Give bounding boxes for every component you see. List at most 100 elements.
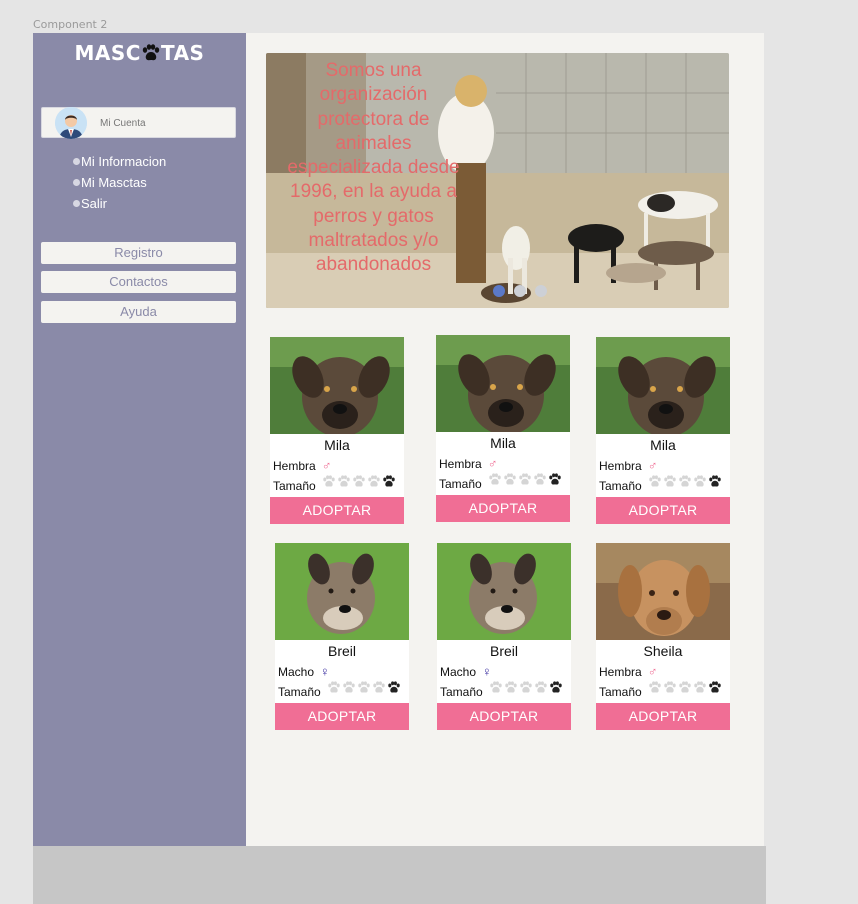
logo[interactable]: MASC TAS	[33, 41, 246, 65]
pet-size-label: Tamaño	[278, 685, 321, 699]
paw-icon	[503, 473, 517, 486]
size-rating	[648, 475, 722, 488]
carousel-dots	[493, 284, 556, 302]
pet-sex-label: Hembra	[599, 459, 642, 473]
pet-name: Mila	[650, 437, 676, 453]
paw-icon	[504, 681, 518, 694]
paw-icon	[549, 681, 563, 694]
paw-icon	[548, 473, 562, 486]
pet-sex: Hembra ♂	[273, 458, 331, 473]
pet-name: Breil	[489, 643, 518, 659]
pet-sex-label: Hembra	[273, 459, 316, 473]
paw-icon	[663, 475, 677, 488]
carousel-dot[interactable]	[535, 285, 547, 297]
pet-card: Mila Hembra ♂ Tamaño ADOPTAR	[596, 337, 730, 524]
frame-label: Component 2	[33, 18, 108, 31]
pet-size-label: Tamaño	[599, 685, 642, 699]
paw-icon	[372, 681, 386, 694]
pet-sex: Hembra ♂	[599, 458, 657, 473]
paw-icon	[352, 475, 366, 488]
menu-item-mi-masctas[interactable]: Mi Masctas	[73, 172, 166, 193]
pet-sex: Macho ♀	[278, 664, 330, 679]
hero-text: Somos una organización protectora de ani…	[287, 60, 460, 276]
pet-photo	[436, 335, 570, 432]
bullet-icon	[73, 200, 80, 207]
paw-icon	[708, 681, 722, 694]
pet-size-label: Tamaño	[599, 479, 642, 493]
sex-icon: ♀	[482, 664, 492, 679]
pet-name: Breil	[327, 643, 356, 659]
paw-icon	[519, 681, 533, 694]
adopt-button[interactable]: ADOPTAR	[270, 497, 404, 524]
bullet-icon	[73, 179, 80, 186]
main-content: Somos una organización protectora de ani…	[246, 33, 764, 846]
menu-item-label: Salir	[81, 196, 108, 211]
carousel-dot[interactable]	[514, 285, 526, 297]
paw-icon	[342, 681, 356, 694]
pet-name: Mila	[490, 435, 516, 451]
contactos-button[interactable]: Contactos	[41, 271, 236, 293]
footer	[33, 846, 766, 904]
paw-icon	[327, 681, 341, 694]
menu-item-mi-informacion[interactable]: Mi Informacion	[73, 151, 166, 172]
pet-name: Sheila	[643, 643, 683, 659]
paw-icon	[693, 681, 707, 694]
size-rating	[648, 681, 722, 694]
sex-icon: ♂	[647, 458, 658, 473]
paw-icon	[488, 473, 502, 486]
paw-icon	[648, 681, 662, 694]
paw-icon	[693, 475, 707, 488]
pet-photo	[275, 543, 409, 640]
paw-icon	[367, 475, 381, 488]
hero-carousel[interactable]: Somos una organización protectora de ani…	[266, 53, 729, 308]
pet-size-label: Tamaño	[273, 479, 316, 493]
pet-name: Mila	[324, 437, 350, 453]
menu-item-label: Mi Informacion	[81, 154, 167, 169]
adopt-button[interactable]: ADOPTAR	[596, 497, 730, 524]
account-button[interactable]: Mi Cuenta	[41, 107, 236, 139]
adopt-button[interactable]: ADOPTAR	[596, 703, 730, 730]
adopt-button[interactable]: ADOPTAR	[275, 703, 409, 730]
pet-sex-label: Hembra	[439, 457, 482, 471]
pet-card: Breil Macho ♀ Tamaño ADOPTAR	[437, 543, 571, 730]
paw-icon	[648, 475, 662, 488]
pet-card: Mila Hembra ♂ Tamaño ADOPTAR	[436, 335, 570, 522]
paw-icon	[678, 475, 692, 488]
sex-icon: ♂	[647, 664, 658, 679]
menu-item-label: Mi Masctas	[81, 175, 147, 190]
pet-photo	[270, 337, 404, 434]
account-menu: Mi Informacion Mi Masctas Salir	[73, 151, 166, 214]
paw-icon	[357, 681, 371, 694]
registro-button[interactable]: Registro	[41, 242, 236, 264]
paw-icon	[387, 681, 401, 694]
size-rating	[489, 681, 563, 694]
size-rating	[327, 681, 401, 694]
adopt-button[interactable]: ADOPTAR	[436, 495, 570, 522]
pet-sex-label: Macho	[440, 665, 477, 679]
logo-text-start: MASC	[74, 41, 141, 65]
adopt-button[interactable]: ADOPTAR	[437, 703, 571, 730]
paw-icon	[489, 681, 503, 694]
pet-sex-label: Hembra	[599, 665, 642, 679]
sidebar: MASC TAS Mi Cuenta Mi Informacion Mi Masc…	[33, 33, 246, 846]
paw-icon	[322, 475, 336, 488]
pet-card: Mila Hembra ♂ Tamaño ADOPTAR	[270, 337, 404, 524]
pet-card: Sheila Hembra ♂ Tamaño ADOPTAR	[596, 543, 730, 730]
pet-sex: Hembra ♂	[599, 664, 657, 679]
carousel-dot[interactable]	[493, 285, 505, 297]
pet-sex-label: Macho	[278, 665, 315, 679]
paw-icon	[382, 475, 396, 488]
paw-logo-icon	[141, 44, 161, 62]
sex-icon: ♀	[320, 664, 330, 679]
pet-sex: Macho ♀	[440, 664, 492, 679]
size-rating	[322, 475, 396, 488]
pet-size-label: Tamaño	[439, 477, 482, 491]
menu-item-salir[interactable]: Salir	[73, 193, 166, 214]
pet-photo	[596, 337, 730, 434]
paw-icon	[518, 473, 532, 486]
ayuda-button[interactable]: Ayuda	[41, 301, 236, 323]
bullet-icon	[73, 158, 80, 165]
paw-icon	[708, 475, 722, 488]
account-label: Mi Cuenta	[100, 118, 146, 129]
pet-card: Breil Macho ♀ Tamaño ADOPTAR	[275, 543, 409, 730]
